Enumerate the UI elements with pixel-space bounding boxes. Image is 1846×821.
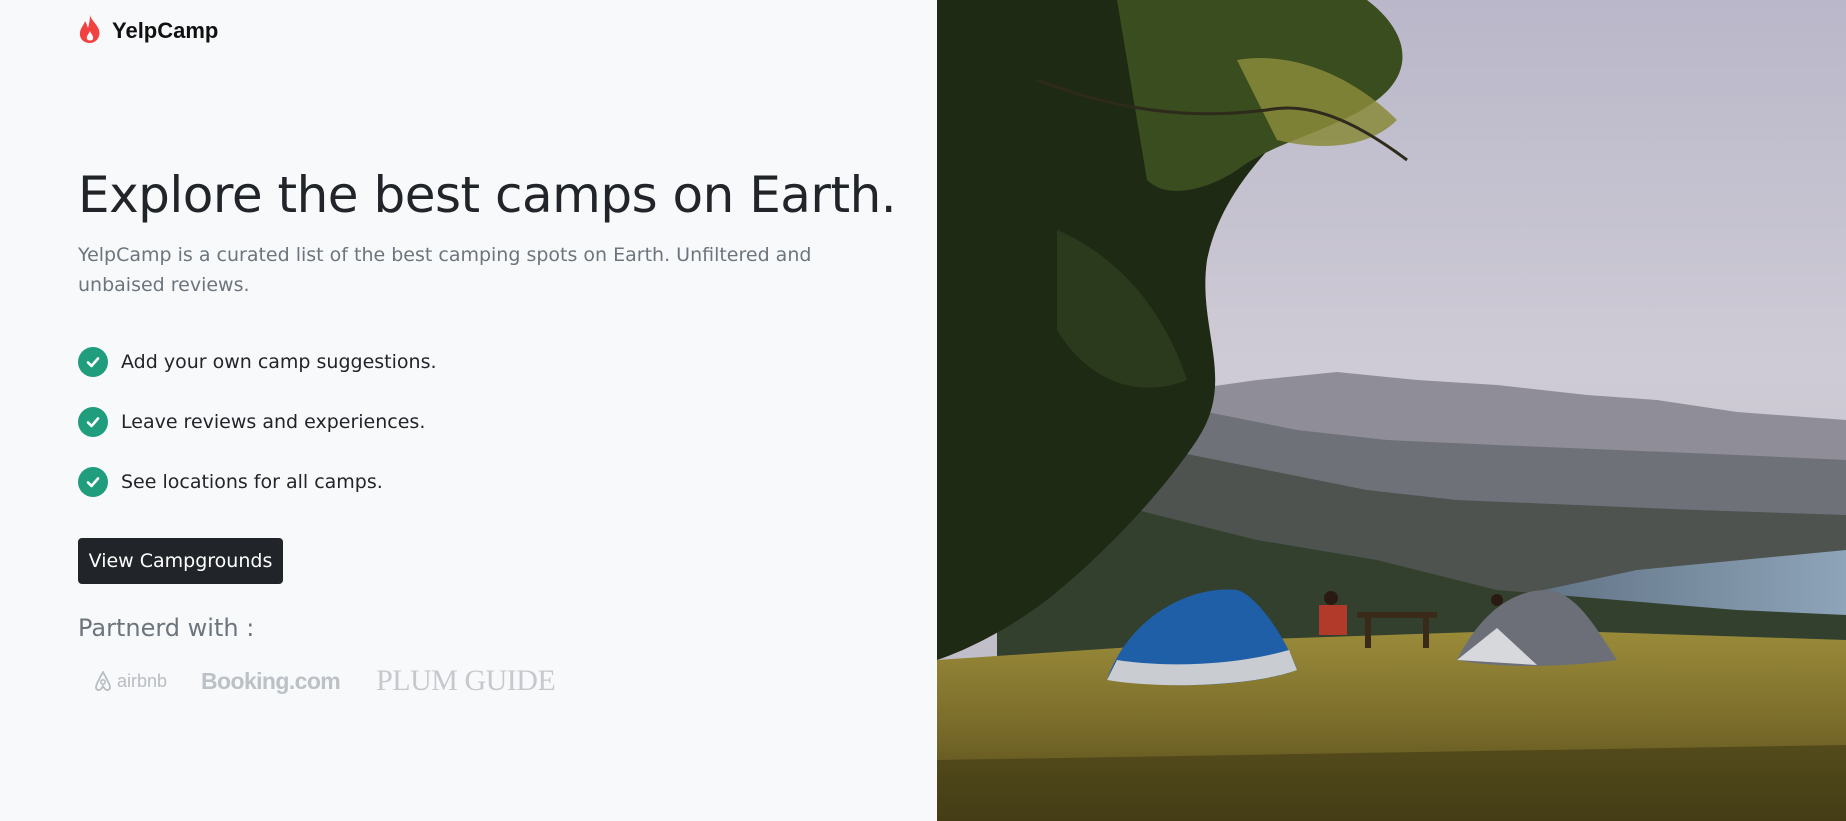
feature-list: Add your own camp suggestions. Leave rev… (78, 347, 437, 527)
hero-subtitle: YelpCamp is a curated list of the best c… (78, 244, 812, 296)
feature-item: Add your own camp suggestions. (78, 347, 437, 377)
partner-logos: airbnb Booking.com PLUM GUIDE (92, 664, 556, 698)
booking-logo: Booking.com (201, 667, 341, 694)
flame-icon (78, 14, 102, 48)
airbnb-logo: airbnb (92, 669, 167, 693)
check-circle-icon (78, 407, 108, 437)
feature-text: See locations for all camps. (121, 471, 383, 493)
brand[interactable]: YelpCamp (78, 14, 218, 48)
feature-item: Leave reviews and experiences. (78, 407, 437, 437)
partners-title: Partnerd with : (78, 614, 255, 642)
left-panel: YelpCamp Explore the best camps on Earth… (0, 0, 937, 821)
view-campgrounds-button[interactable]: View Campgrounds (78, 538, 283, 584)
hero-title: Explore the best camps on Earth. (78, 166, 897, 224)
check-circle-icon (78, 467, 108, 497)
plum-guide-logo: PLUM GUIDE (376, 664, 556, 697)
feature-text: Leave reviews and experiences. (121, 411, 426, 433)
brand-name: YelpCamp (112, 18, 219, 43)
feature-item: See locations for all camps. (78, 467, 437, 497)
feature-text: Add your own camp suggestions. (121, 351, 437, 373)
check-circle-icon (78, 347, 108, 377)
hero-image (937, 0, 1846, 821)
airbnb-text: airbnb (117, 670, 168, 691)
campsite-photo (937, 0, 1846, 821)
airbnb-icon (95, 671, 111, 691)
